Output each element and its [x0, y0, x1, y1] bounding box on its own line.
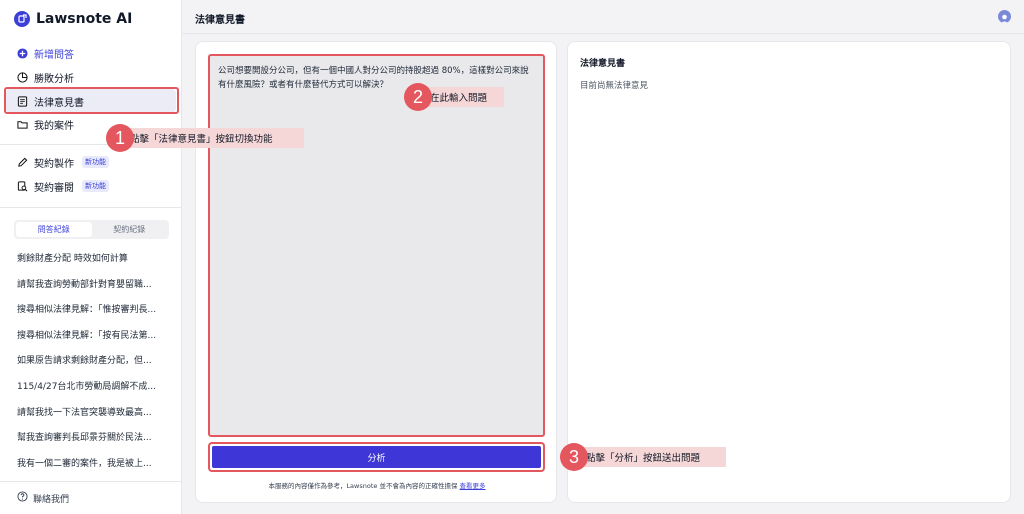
folder-icon: [16, 118, 28, 130]
annotation-step-2: 2: [404, 83, 432, 111]
result-empty-text: 目前尚無法律意見: [580, 81, 649, 91]
analyze-button[interactable]: 分析: [212, 446, 541, 468]
tab-question-history[interactable]: 問答紀錄: [16, 222, 92, 237]
sidebar-item-label: 新增問答: [34, 49, 74, 61]
new-feature-badge: 新功能: [82, 156, 109, 168]
list-item[interactable]: 請幫我查詢勞動部針對育嬰留職...: [17, 277, 167, 290]
list-item[interactable]: 115/4/27台北市勞動局調解不成...: [17, 379, 167, 392]
annotation-label-1: 點擊「法律意見書」按鈕切換功能: [120, 128, 304, 148]
page-title: 法律意見書: [195, 15, 245, 26]
result-title: 法律意見書: [580, 59, 626, 69]
annotation-highlight-nav: [4, 87, 179, 114]
pie-chart-icon: [16, 71, 28, 83]
brand[interactable]: Lawsnote AI: [14, 11, 132, 27]
sidebar-item-contract-review[interactable]: 契約審閱 新功能: [6, 173, 176, 199]
analyze-button-highlight: 分析: [208, 442, 545, 472]
sidebar: Lawsnote AI 新增問答 勝敗分析 法律意見書 我的案件 契約製作 新功…: [0, 0, 182, 514]
annotation-step-1: 1: [106, 124, 134, 152]
list-item[interactable]: 如果原告請求剩餘財產分配，但...: [17, 353, 167, 366]
question-panel: 公司想要開設分公司，但有一個中國人對分公司的持股超過 80%，這樣對公司來說有什…: [195, 41, 557, 503]
search-document-icon: [16, 180, 28, 192]
divider: [0, 207, 182, 208]
question-input[interactable]: 公司想要開設分公司，但有一個中國人對分公司的持股超過 80%，這樣對公司來說有什…: [208, 54, 545, 437]
sidebar-item-label: 勝敗分析: [34, 73, 74, 85]
list-item[interactable]: 剩餘財產分配 時效如何計算: [17, 251, 167, 264]
brand-name: Lawsnote AI: [36, 11, 133, 27]
divider: [0, 481, 182, 482]
help-circle-icon: [17, 491, 28, 505]
list-item[interactable]: 我有一個二審的案件，我是被上...: [17, 456, 167, 469]
new-feature-badge: 新功能: [82, 180, 109, 192]
header-divider: [182, 33, 1024, 34]
plus-circle-icon: [16, 47, 28, 59]
list-item[interactable]: 幫我查詢審判長邱景芬關於民法...: [17, 430, 167, 443]
list-item[interactable]: 搜尋相似法律見解：「惟按審判長...: [17, 302, 167, 315]
sidebar-item-new-question[interactable]: 新增問答: [6, 40, 176, 66]
disclaimer: 本服務的內容僅作為參考，Lawsnote 並不會為內容的正確性擔保 查看更多: [196, 480, 558, 490]
contact-us-button[interactable]: 聯絡我們: [17, 491, 69, 505]
avatar[interactable]: [998, 10, 1011, 23]
list-item[interactable]: 搜尋相似法律見解：「按有民法第...: [17, 328, 167, 341]
disclaimer-text: 本服務的內容僅作為參考，Lawsnote 並不會為內容的正確性擔保: [268, 482, 458, 490]
result-panel: 法律意見書 目前尚無法律意見: [567, 41, 1011, 503]
sidebar-item-contract-drafting[interactable]: 契約製作 新功能: [6, 149, 176, 175]
annotation-label-2: 在此輸入問題: [420, 87, 504, 107]
contact-label: 聯絡我們: [33, 494, 70, 505]
lawsnote-logo-icon: [14, 11, 30, 27]
tab-contract-history[interactable]: 契約紀錄: [92, 222, 168, 237]
see-more-link[interactable]: 查看更多: [460, 482, 486, 490]
sidebar-item-label: 契約製作: [34, 158, 74, 170]
sidebar-item-label: 契約審閱: [34, 182, 74, 194]
annotation-label-3: 點擊「分析」按鈕送出問題: [576, 447, 726, 467]
pen-icon: [16, 156, 28, 168]
annotation-step-3: 3: [560, 443, 588, 471]
history-tabs: 問答紀錄 契約紀錄: [14, 220, 169, 239]
list-item[interactable]: 請幫我找一下法官突襲導致最高...: [17, 405, 167, 418]
sidebar-item-label: 我的案件: [34, 120, 74, 132]
